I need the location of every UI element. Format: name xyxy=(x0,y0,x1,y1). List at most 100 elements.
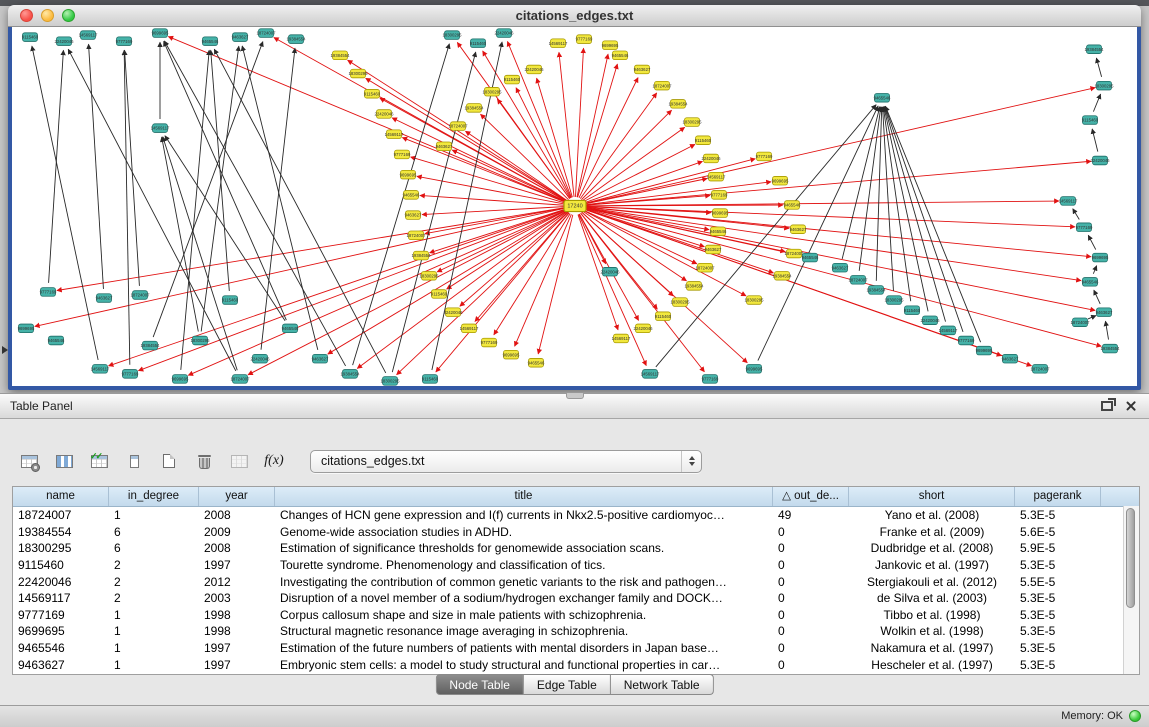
cell-pagerank: 5.3E-5 xyxy=(1015,641,1101,655)
zoom-window-button[interactable] xyxy=(62,9,75,22)
cell-year: 2003 xyxy=(199,591,275,605)
cell-name: 14569117 xyxy=(13,591,109,605)
graph-edge xyxy=(884,107,928,312)
table-scrollbar[interactable] xyxy=(1123,506,1139,674)
show-columns-icon[interactable] xyxy=(51,449,77,473)
graph-node-label: 19384554 xyxy=(1084,47,1104,52)
graph-node-label: 19384554 xyxy=(330,53,350,58)
cell-out_de: 0 xyxy=(773,525,849,539)
edit-columns-icon[interactable]: ✓✓ xyxy=(86,449,112,473)
table-row[interactable]: 1938455462009Genome-wide association stu… xyxy=(13,524,1139,541)
graph-node-label: 9777169 xyxy=(576,37,593,42)
table-row[interactable]: 946554611997Estimation of the future num… xyxy=(13,640,1139,657)
scrollbar-thumb[interactable] xyxy=(1126,508,1135,608)
graph-node-label: 9777169 xyxy=(481,340,498,345)
cell-name: 9699695 xyxy=(13,624,109,638)
delete-table-icon[interactable] xyxy=(191,449,217,473)
graph-node-label: 18724007 xyxy=(652,83,672,88)
cell-in_degree: 1 xyxy=(109,658,199,672)
column-header-out_de[interactable]: △ out_de... xyxy=(773,487,849,506)
graph-node-label: 22420046 xyxy=(524,67,544,72)
graph-node-label: 9463627 xyxy=(405,213,422,218)
graph-node-label: 9465546 xyxy=(710,229,727,234)
cell-title: Disruption of a novel member of a sodium… xyxy=(275,591,773,605)
graph-edge xyxy=(392,118,567,202)
graph-node-label: 14569117 xyxy=(549,41,568,46)
column-header-name[interactable]: name xyxy=(13,487,109,506)
tab-network-table[interactable]: Network Table xyxy=(611,674,714,695)
column-header-short[interactable]: short xyxy=(849,487,1015,506)
new-table-icon[interactable] xyxy=(156,449,182,473)
graph-node-label: 9699695 xyxy=(503,352,520,357)
graph-node-label: 14569117 xyxy=(939,328,958,333)
close-window-button[interactable] xyxy=(20,9,33,22)
graph-edge xyxy=(1105,321,1108,339)
graph-edge xyxy=(49,50,64,283)
graph-node-label: 18724007 xyxy=(848,277,868,282)
graph-node-label: 18300295 xyxy=(682,120,702,125)
table-row[interactable]: 1872400712008Changes of HCN gene express… xyxy=(13,507,1139,524)
table-row[interactable]: 2242004622012Investigating the contribut… xyxy=(13,573,1139,590)
graph-edge xyxy=(153,42,263,337)
table-row[interactable]: 946362711997Embryonic stem cells: a mode… xyxy=(13,656,1139,673)
column-header-in_degree[interactable]: in_degree xyxy=(109,487,199,506)
graph-node-label: 18300295 xyxy=(380,379,400,384)
cell-pagerank: 5.3E-5 xyxy=(1015,624,1101,638)
function-builder-icon[interactable]: f(x) xyxy=(261,449,287,473)
cell-title: Estimation of the future numbers of pati… xyxy=(275,641,773,655)
graph-node-label: 19384554 xyxy=(866,288,886,293)
graph-node-label: 9777169 xyxy=(756,154,773,159)
table-row[interactable]: 1456911722003Disruption of a novel membe… xyxy=(13,590,1139,607)
table-row[interactable]: 969969511998Structural magnetic resonanc… xyxy=(13,623,1139,640)
graph-node-label: 9463627 xyxy=(705,247,722,252)
cell-out_de: 0 xyxy=(773,558,849,572)
graph-edge xyxy=(583,210,746,296)
graph-edge xyxy=(584,209,774,273)
graph-node-label: 9115460 xyxy=(422,377,439,382)
file-glyph xyxy=(163,454,175,468)
minimize-window-button[interactable] xyxy=(41,9,54,22)
collapse-panel-arrow-icon[interactable] xyxy=(2,346,8,354)
graph-node-label: 18724007 xyxy=(448,124,468,129)
column-header-pagerank[interactable]: pagerank xyxy=(1015,487,1101,506)
close-icon[interactable] xyxy=(1125,400,1137,412)
column-header-title[interactable]: title xyxy=(275,487,773,506)
undock-icon[interactable] xyxy=(1101,401,1113,411)
network-window: citations_edges.txt 17240 19384554 1830029… xyxy=(8,5,1141,390)
table-file-combobox[interactable]: citations_edges.txt xyxy=(310,450,702,473)
import-table-icon[interactable] xyxy=(226,449,252,473)
graph-node-label: 19384554 xyxy=(668,101,688,106)
cell-short: Nakamura et al. (1997) xyxy=(849,641,1015,655)
graph-node-label: 9699695 xyxy=(602,43,619,48)
tab-edge-table[interactable]: Edge Table xyxy=(524,674,611,695)
add-column-icon[interactable] xyxy=(121,449,147,473)
network-canvas[interactable]: 17240 19384554 18300295 9115460 22420046 1456… xyxy=(12,27,1137,386)
table-row[interactable]: 1830029562008Estimation of significance … xyxy=(13,540,1139,557)
tab-node-table[interactable]: Node Table xyxy=(435,674,524,695)
graph-node-label: 9463627 xyxy=(790,227,807,232)
graph-edge xyxy=(1096,58,1101,77)
cell-year: 2008 xyxy=(199,541,275,555)
graph-edge xyxy=(583,210,697,264)
graph-node-label: 9465546 xyxy=(1082,279,1099,284)
graph-edge xyxy=(559,52,574,197)
cell-short: de Silva et al. (2003) xyxy=(849,591,1015,605)
graph-edge xyxy=(68,49,236,371)
table-mode-icon[interactable] xyxy=(16,449,42,473)
table-row[interactable]: 977716911998Corpus callosum shape and si… xyxy=(13,607,1139,624)
cell-out_de: 0 xyxy=(773,608,849,622)
graph-edge xyxy=(1073,209,1080,220)
graph-node-label: 17240 xyxy=(567,204,582,210)
window-titlebar[interactable]: citations_edges.txt xyxy=(8,5,1141,27)
cell-name: 9115460 xyxy=(13,558,109,572)
cell-short: Jankovic et al. (1997) xyxy=(849,558,1015,572)
table-row[interactable]: 911546021997Tourette syndrome. Phenomeno… xyxy=(13,557,1139,574)
graph-edge xyxy=(201,46,239,331)
column-header-year[interactable]: year xyxy=(199,487,275,506)
cell-in_degree: 1 xyxy=(109,608,199,622)
graph-node-label: 22420046 xyxy=(494,31,514,36)
splitter-grip[interactable] xyxy=(566,393,584,399)
graph-node-label: 9777169 xyxy=(1076,225,1093,230)
graph-node-label: 9465546 xyxy=(48,338,65,343)
graph-edge xyxy=(584,208,801,256)
